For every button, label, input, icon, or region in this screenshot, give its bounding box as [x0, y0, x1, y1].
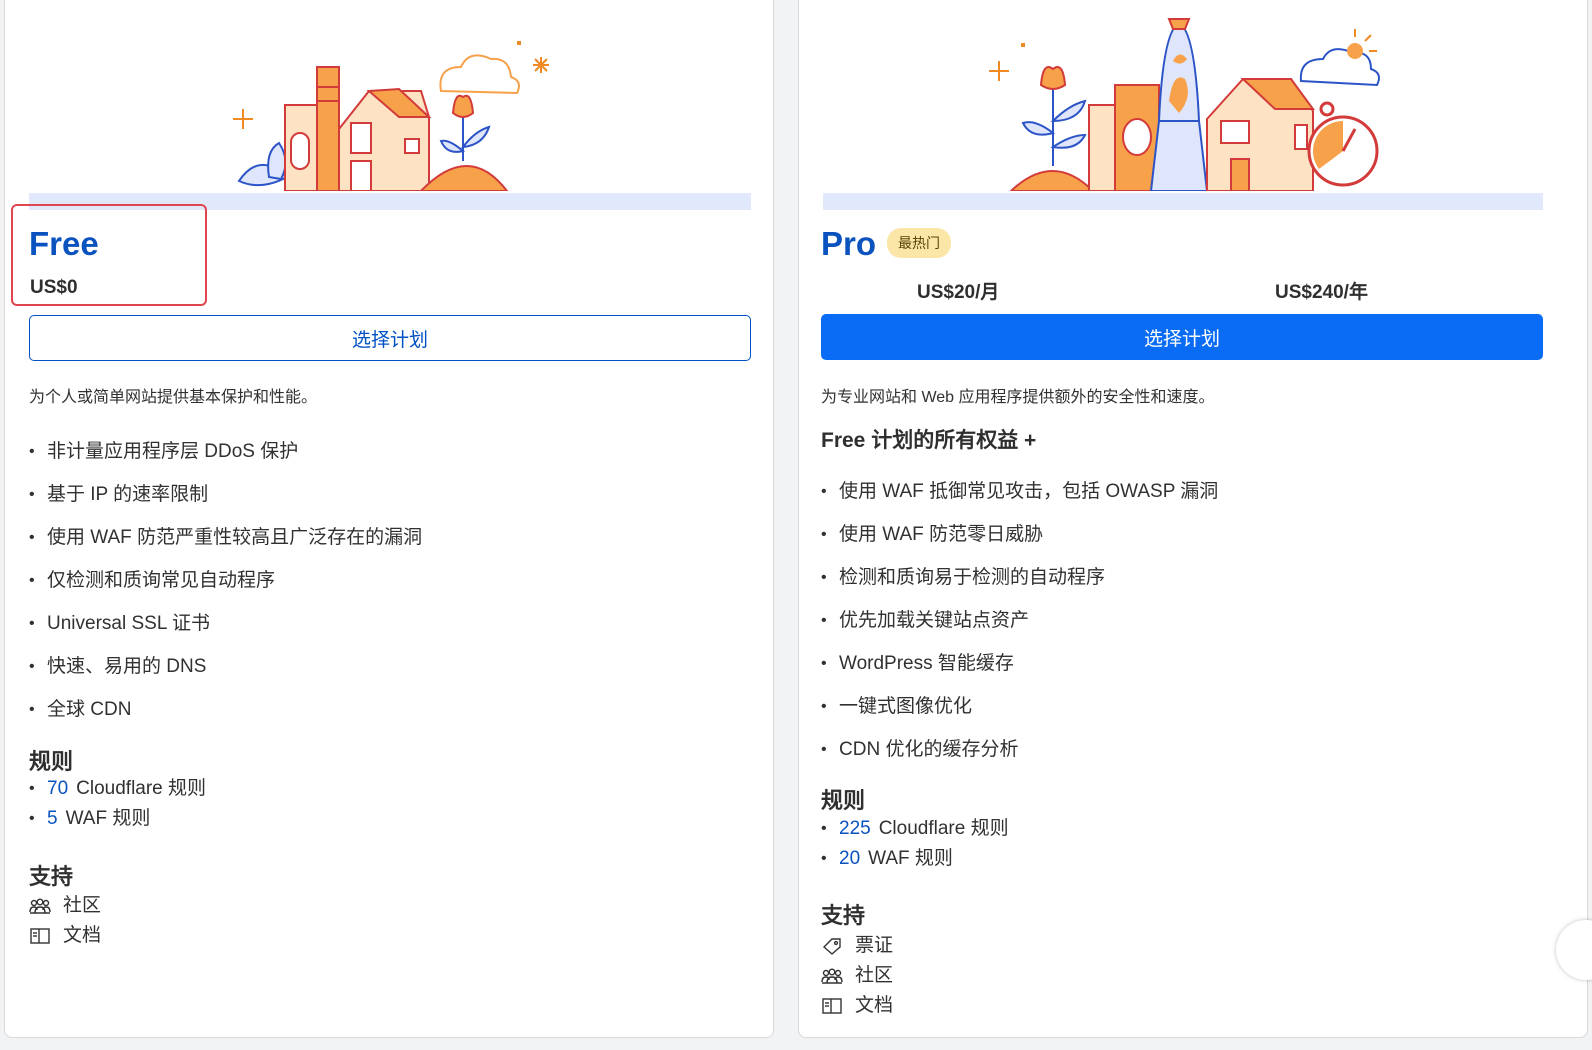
- ticket-icon: [822, 938, 841, 955]
- plan-card-free: Free US$0 选择计划 为个人或简单网站提供基本保护和性能。 非计量应用程…: [4, 0, 774, 1038]
- support-title-free: 支持: [29, 864, 74, 889]
- feature-item: 基于 IP 的速率限制: [29, 473, 422, 516]
- rules-title-pro: 规则: [821, 788, 866, 813]
- rules-title-free: 规则: [29, 749, 74, 774]
- free-plan-illustration: [233, 41, 549, 191]
- support-item-docs: 文档: [821, 991, 893, 1021]
- rule-label: WAF 规则: [868, 848, 953, 869]
- plan-description-pro: 为专业网站和 Web 应用程序提供额外的安全性和速度。: [821, 389, 1215, 406]
- support-item-docs: 文档: [29, 921, 101, 951]
- rules-list-pro: 225 Cloudflare 规则 20 WAF 规则: [821, 814, 1009, 874]
- docs-book-icon: [30, 928, 50, 944]
- support-item-community: 社区: [29, 891, 101, 921]
- support-label: 文档: [63, 925, 102, 946]
- illustration-ground: [823, 193, 1543, 210]
- rule-label: Cloudflare 规则: [878, 818, 1009, 839]
- support-item-community: 社区: [821, 961, 893, 991]
- rules-list-free: 70 Cloudflare 规则 5 WAF 规则: [29, 774, 206, 834]
- pro-plan-illustration: [989, 18, 1380, 191]
- docs-book-icon: [822, 998, 842, 1014]
- feature-item: CDN 优化的缓存分析: [821, 728, 1218, 771]
- support-list-pro: 票证 社区 文档: [821, 931, 893, 1021]
- feature-list-pro: 使用 WAF 抵御常见攻击，包括 OWASP 漏洞 使用 WAF 防范零日威胁 …: [821, 470, 1218, 771]
- rule-label: Cloudflare 规则: [76, 778, 207, 799]
- price-monthly-pro: US$20/月: [917, 282, 1000, 303]
- price-yearly-pro: US$240/年: [1275, 282, 1368, 303]
- support-label: 票证: [855, 935, 894, 956]
- community-icon: [29, 898, 51, 914]
- feature-list-free: 非计量应用程序层 DDoS 保护 基于 IP 的速率限制 使用 WAF 防范严重…: [29, 430, 422, 731]
- select-plan-free-button[interactable]: 选择计划: [29, 315, 751, 361]
- select-plan-pro-button[interactable]: 选择计划: [821, 314, 1543, 360]
- plan-card-pro: Pro 最热门 US$20/月 US$240/年 选择计划 为专业网站和 Web…: [798, 0, 1588, 1038]
- feature-item: WordPress 智能缓存: [821, 642, 1218, 685]
- feature-item: 快速、易用的 DNS: [29, 645, 422, 688]
- rule-count: 225: [839, 818, 871, 839]
- feature-item: 使用 WAF 防范严重性较高且广泛存在的漏洞: [29, 516, 422, 559]
- rule-item: 225 Cloudflare 规则: [821, 814, 1009, 844]
- rule-count: 5: [47, 808, 58, 829]
- rule-count: 70: [47, 778, 69, 799]
- feature-item: 仅检测和质询常见自动程序: [29, 559, 422, 602]
- rule-item: 70 Cloudflare 规则: [29, 774, 206, 804]
- rule-item: 20 WAF 规则: [821, 844, 1009, 874]
- rule-count: 20: [839, 848, 861, 869]
- feature-item: 使用 WAF 抵御常见攻击，包括 OWASP 漏洞: [821, 470, 1218, 513]
- support-label: 文档: [855, 995, 894, 1016]
- support-label: 社区: [855, 965, 894, 986]
- support-title-pro: 支持: [821, 903, 866, 928]
- community-icon: [821, 968, 843, 984]
- feature-item: 一键式图像优化: [821, 685, 1218, 728]
- feature-item: 使用 WAF 防范零日威胁: [821, 513, 1218, 556]
- most-popular-badge: 最热门: [887, 228, 951, 258]
- support-list-free: 社区 文档: [29, 891, 101, 951]
- rule-item: 5 WAF 规则: [29, 804, 206, 834]
- feature-item: 优先加载关键站点资产: [821, 599, 1218, 642]
- plan-title-pro: Pro: [821, 225, 877, 262]
- highlight-annotation-box: [11, 204, 207, 306]
- feature-item: 非计量应用程序层 DDoS 保护: [29, 430, 422, 473]
- support-label: 社区: [63, 895, 102, 916]
- plan-description-free: 为个人或简单网站提供基本保护和性能。: [29, 389, 318, 406]
- support-item-ticket: 票证: [821, 931, 893, 961]
- rule-label: WAF 规则: [65, 808, 151, 829]
- feature-item: 全球 CDN: [29, 688, 422, 731]
- feature-item: 检测和质询易于检测的自动程序: [821, 556, 1218, 599]
- includes-free-heading: Free 计划的所有权益 +: [821, 429, 1037, 452]
- feature-item: Universal SSL 证书: [29, 602, 422, 645]
